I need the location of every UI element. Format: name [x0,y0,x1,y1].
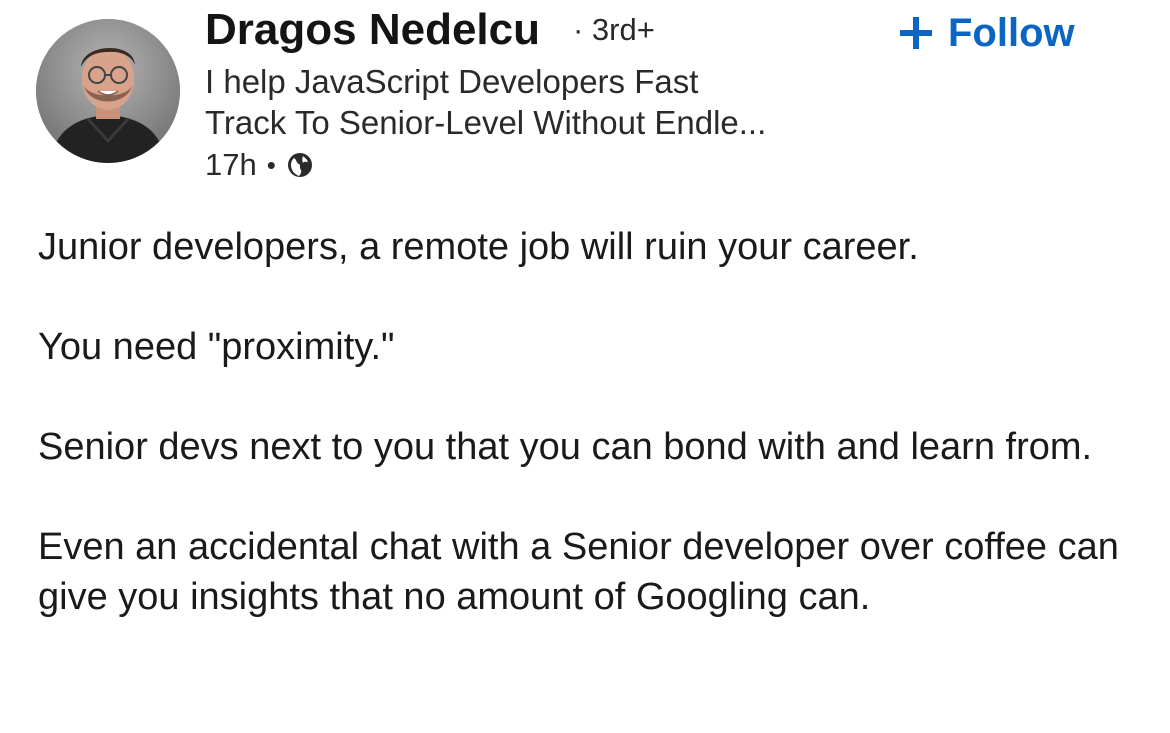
author-name[interactable]: Dragos Nedelcu [205,4,540,56]
post-paragraph: You need "proximity." [38,326,395,368]
post-meta: 17h • [205,145,314,185]
post-time: 17h [205,147,257,182]
post-paragraph: Junior developers, a remote job will rui… [38,226,919,268]
separator-dot: • [266,149,276,180]
plus-icon [896,13,936,53]
headline-line: Track To Senior-Level Without Endle... [205,104,767,141]
follow-button[interactable]: Follow [896,8,1075,58]
post-paragraph: Senior devs next to you that you can bon… [38,426,1093,468]
connection-degree: · 3rd+ [573,12,655,47]
author-avatar[interactable] [36,19,180,163]
follow-label: Follow [948,10,1075,55]
post-text: Junior developers, a remote job will rui… [38,222,1148,622]
post-paragraph: Even an accidental chat with a Senior de… [38,526,1119,618]
avatar-photo [36,19,180,163]
headline-line: I help JavaScript Developers Fast [205,63,699,100]
author-headline: I help JavaScript Developers Fast Track … [205,61,865,143]
globe-icon [286,151,314,179]
